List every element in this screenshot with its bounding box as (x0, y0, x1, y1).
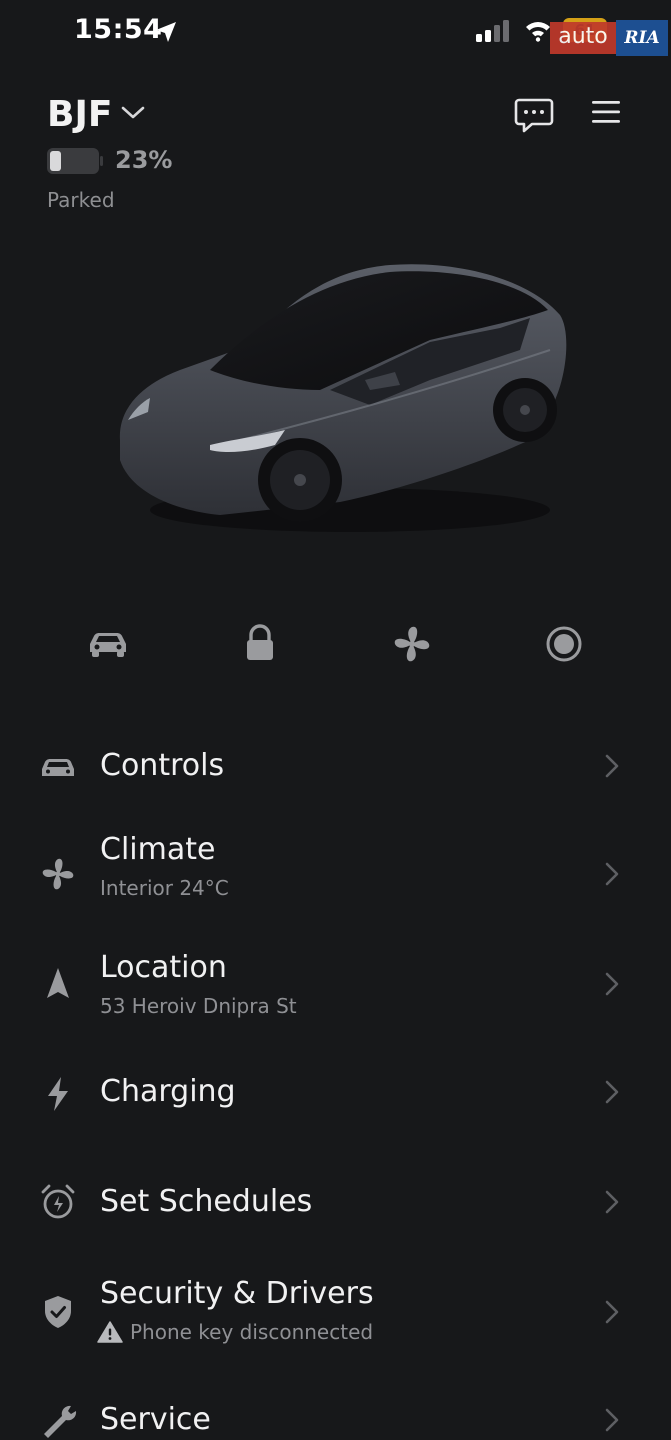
vehicle-status: Parked (47, 188, 115, 212)
menu-item-charging[interactable]: Charging (0, 1060, 671, 1140)
chevron-down-icon[interactable] (120, 104, 146, 122)
chevron-right-icon (605, 862, 619, 886)
shield-check-icon (45, 1296, 71, 1328)
messages-icon[interactable] (514, 96, 554, 134)
watermark-ria-logo: RIA (616, 20, 668, 56)
menu-item-subtitle: Phone key disconnected (130, 1320, 374, 1344)
car-icon (90, 633, 126, 657)
fan-icon (42, 858, 74, 890)
menu-item-location[interactable]: Location 53 Heroiv Dnipra St (0, 944, 671, 1040)
battery-percentage: 23% (115, 146, 173, 174)
chevron-right-icon (605, 972, 619, 996)
alarm-clock-icon (41, 1184, 75, 1219)
quick-action-car[interactable] (84, 620, 132, 668)
record-icon (546, 626, 582, 662)
warning-icon (97, 1321, 123, 1343)
menu-item-set-schedules[interactable]: Set Schedules (0, 1170, 671, 1250)
menu-item-title: Service (100, 1402, 211, 1437)
menu-item-climate[interactable]: Climate Interior 24°C (0, 826, 671, 922)
menu-item-controls[interactable]: Controls (0, 730, 671, 810)
chevron-right-icon (605, 1080, 619, 1104)
location-services-icon (156, 22, 176, 42)
menu-item-title: Set Schedules (100, 1184, 313, 1219)
chevron-right-icon (605, 1300, 619, 1324)
menu-item-title: Security & Drivers (100, 1276, 374, 1311)
menu-item-security-drivers[interactable]: Security & Drivers Phone key disconnecte… (0, 1272, 671, 1368)
status-time: 15:54 (74, 14, 163, 45)
menu-item-title: Climate (100, 832, 216, 867)
vehicle-image (119, 264, 567, 532)
menu-item-title: Controls (100, 748, 225, 783)
fan-icon (394, 626, 430, 662)
menu-item-subtitle: 53 Heroiv Dnipra St (100, 994, 297, 1018)
wrench-icon (44, 1405, 77, 1438)
lock-icon (247, 624, 273, 660)
quick-action-sentry[interactable] (540, 620, 588, 668)
quick-action-lock[interactable] (236, 620, 284, 668)
watermark-auto-logo: auto (550, 22, 616, 54)
navigation-arrow-icon (47, 968, 69, 998)
vehicle-name[interactable]: BJF (47, 94, 112, 135)
menu-item-title: Location (100, 950, 227, 985)
menu-item-title: Charging (100, 1074, 236, 1109)
menu-item-service[interactable]: Service (0, 1392, 671, 1440)
bolt-icon (48, 1077, 68, 1111)
wifi-icon (526, 22, 550, 42)
chevron-right-icon (605, 754, 619, 778)
menu-item-subtitle: Interior 24°C (100, 876, 229, 900)
vehicle-battery-icon (47, 148, 103, 174)
hamburger-menu-icon[interactable] (588, 96, 624, 128)
cellular-signal-icon (476, 20, 509, 42)
car-icon (42, 759, 74, 776)
chevron-right-icon (605, 1408, 619, 1432)
quick-action-climate[interactable] (388, 620, 436, 668)
chevron-right-icon (605, 1190, 619, 1214)
